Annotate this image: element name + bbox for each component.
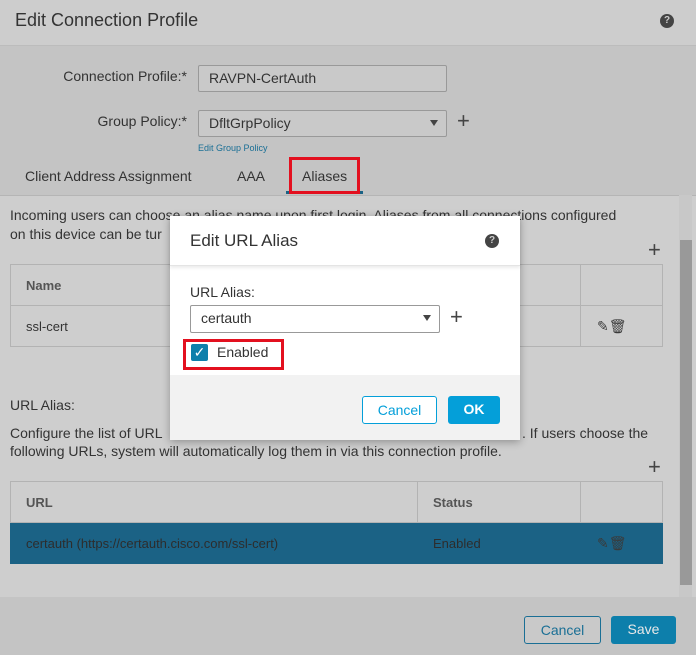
edit-icon[interactable]: ✎ <box>597 318 609 334</box>
trash-icon[interactable]: 🗑 <box>609 535 627 551</box>
modal-header: Edit URL Alias ? <box>170 216 520 266</box>
url-cell: certauth (https://certauth.cisco.com/ssl… <box>10 522 418 564</box>
url-alias-heading: URL Alias: <box>10 397 75 413</box>
aliases-intro-2: on this device can be tur <box>10 226 162 242</box>
url-alias-field-label: URL Alias: <box>190 284 255 300</box>
group-policy-value: DfltGrpPolicy <box>209 115 291 131</box>
dialog-footer: Cancel Save <box>0 597 696 655</box>
group-policy-select[interactable]: DfltGrpPolicy <box>198 110 447 137</box>
highlight-box <box>183 339 284 370</box>
edit-group-policy-link[interactable]: Edit Group Policy <box>198 143 268 153</box>
trash-icon[interactable]: 🗑 <box>609 318 627 334</box>
add-url-object-icon[interactable]: + <box>450 306 463 328</box>
connection-profile-label: Connection Profile:* <box>63 68 187 84</box>
scrollbar-thumb[interactable] <box>680 240 692 585</box>
highlight-box <box>289 157 360 194</box>
edit-url-alias-modal: Edit URL Alias ? URL Alias: certauth + ✓… <box>170 216 520 440</box>
url-alias-desc-2: following URLs, system will automaticall… <box>10 443 502 459</box>
cancel-button[interactable]: Cancel <box>524 616 601 644</box>
help-icon[interactable]: ? <box>485 234 499 248</box>
add-url-alias-icon[interactable]: + <box>648 456 661 478</box>
modal-footer: Cancel OK <box>170 375 520 440</box>
url-alias-select[interactable]: certauth <box>190 305 440 333</box>
tab-client-address-assignment[interactable]: Client Address Assignment <box>25 168 192 184</box>
url-alias-value: certauth <box>201 310 252 326</box>
help-icon[interactable]: ? <box>660 14 674 28</box>
modal-title: Edit URL Alias <box>190 231 299 250</box>
dialog-title: Edit Connection Profile <box>15 10 199 30</box>
column-header-status: Status <box>417 481 581 523</box>
url-alias-table: URL Status certauth (https://certauth.cis… <box>10 481 663 564</box>
modal-cancel-button[interactable]: Cancel <box>362 396 437 424</box>
dialog-header: Edit Connection Profile ? <box>0 0 696 46</box>
url-alias-desc: Configure the list of URL <box>10 425 163 441</box>
group-policy-label: Group Policy:* <box>97 113 187 129</box>
add-group-policy-icon[interactable]: + <box>457 110 470 132</box>
edit-icon[interactable]: ✎ <box>597 535 609 551</box>
column-header-actions <box>580 481 663 523</box>
column-header-url: URL <box>10 481 418 523</box>
connection-profile-input[interactable]: RAVPN-CertAuth <box>198 65 447 92</box>
url-alias-desc-end: . If users choose the <box>522 425 649 441</box>
save-button[interactable]: Save <box>611 616 676 644</box>
ok-button[interactable]: OK <box>448 396 500 424</box>
column-header-actions <box>580 264 663 306</box>
status-cell: Enabled <box>417 522 581 564</box>
add-alias-icon[interactable]: + <box>648 239 661 261</box>
tab-aaa[interactable]: AAA <box>237 168 265 184</box>
chevron-down-icon <box>423 315 431 321</box>
table-row[interactable]: certauth (https://certauth.cisco.com/ssl… <box>10 522 663 564</box>
chevron-down-icon <box>430 120 438 126</box>
